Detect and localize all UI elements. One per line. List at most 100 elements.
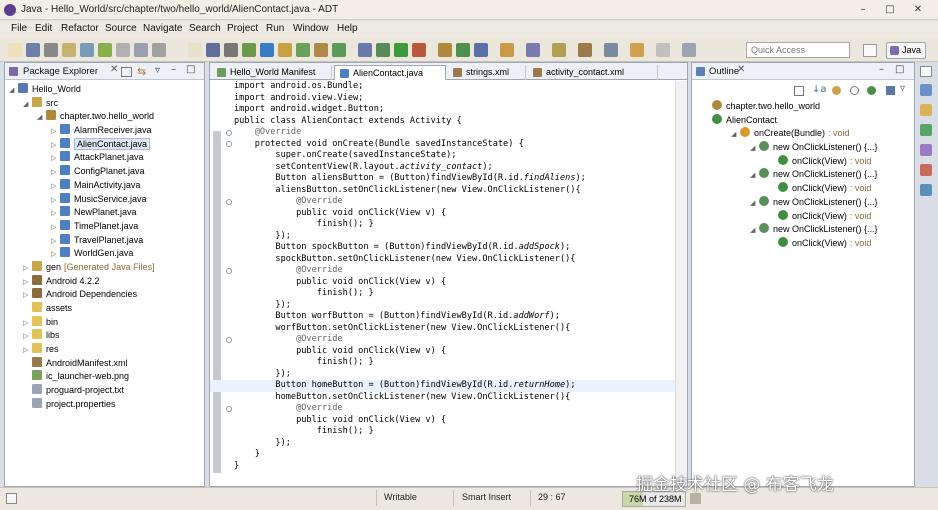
tab-aliencontact-java[interactable]: AlienContact.java <box>334 65 446 80</box>
code-line[interactable]: spockButton.setOnClickListener(new View.… <box>234 254 673 266</box>
outline-row[interactable]: ◢ new OnClickListener() {...} <box>712 141 910 155</box>
expand-toggle-icon[interactable]: ▷ <box>51 248 60 262</box>
code-line[interactable]: homeButton.setOnClickListener(new View.O… <box>234 392 673 404</box>
tree-row[interactable]: ▷ MainActivity.java <box>9 178 202 193</box>
code-line[interactable]: Button worfButton = (Button)findViewById… <box>234 311 673 323</box>
code-line[interactable]: @Override <box>234 265 673 277</box>
code-line[interactable]: }); <box>234 438 673 450</box>
expand-toggle-icon[interactable]: ◢ <box>23 98 32 112</box>
toolbar-print-icon[interactable] <box>44 43 58 57</box>
code-line[interactable]: public void onClick(View v) { <box>234 415 673 427</box>
tree-row[interactable]: ▷ TravelPlanet.java <box>9 233 202 249</box>
tab-hello-world-manifest[interactable]: Hello_World Manifest <box>212 65 332 80</box>
code-line[interactable]: import android.widget.Button; <box>234 104 673 116</box>
menu-window[interactable]: Window <box>293 23 329 34</box>
save-icon[interactable] <box>206 43 220 57</box>
tree-row[interactable]: ic_launcher-web.png <box>9 370 202 384</box>
toolbar-menu-icon[interactable] <box>152 43 166 57</box>
hide-static-icon[interactable] <box>850 86 859 95</box>
toggle-mark-icon[interactable] <box>552 43 566 57</box>
tree-row[interactable]: ▷ AlienContact.java <box>9 137 202 152</box>
view-menu-icon[interactable]: ▿ <box>900 83 905 94</box>
toolbar-properties-icon[interactable] <box>62 43 76 57</box>
code-line[interactable]: worfButton.setOnClickListener(new View.O… <box>234 323 673 335</box>
toolbar-new-wizard-icon[interactable] <box>8 43 22 57</box>
bug-icon[interactable] <box>376 43 390 57</box>
outline-row[interactable]: ◢ new OnClickListener() {...} <box>712 195 910 211</box>
restore-view-icon[interactable] <box>920 66 932 77</box>
tree-row[interactable]: proguard-project.txt <box>9 384 202 398</box>
bookmarks-icon[interactable] <box>920 104 932 116</box>
close-button[interactable]: ✕ <box>911 3 925 16</box>
tree-row[interactable]: ◢ Hello_World <box>9 83 202 97</box>
expand-toggle-icon[interactable]: ◢ <box>9 84 18 98</box>
external-tools-icon[interactable] <box>412 43 426 57</box>
javadoc-icon[interactable] <box>920 144 932 156</box>
declaration-icon[interactable] <box>920 164 932 176</box>
expand-toggle-icon[interactable]: ▷ <box>51 207 60 221</box>
tree-row[interactable]: ▷ NewPlanet.java <box>9 206 202 220</box>
link-with-editor-icon[interactable]: ⇆ <box>137 65 146 78</box>
code-line[interactable]: finish(); } <box>234 288 673 300</box>
tree-row[interactable]: ▷ AttackPlanet.java <box>9 151 202 165</box>
code-line[interactable]: public void onClick(View v) { <box>234 277 673 289</box>
fold-marker-icon[interactable] <box>226 198 232 205</box>
code-line[interactable]: @Override <box>234 403 673 415</box>
menu-source[interactable]: Source <box>105 23 137 34</box>
minimize-view-icon[interactable]: – <box>879 64 884 75</box>
problems-icon[interactable] <box>920 124 932 136</box>
tree-row[interactable]: ▷ TimePlanet.java <box>9 219 202 235</box>
expand-toggle-icon[interactable]: ▷ <box>51 235 60 249</box>
code-line[interactable]: setContentView(R.layout.activity_contact… <box>234 162 673 174</box>
expand-toggle-icon[interactable]: ◢ <box>750 197 759 211</box>
maximize-view-icon[interactable]: □ <box>186 64 195 75</box>
expand-toggle-icon[interactable]: ▷ <box>51 221 60 235</box>
expand-toggle-icon[interactable]: ◢ <box>750 169 759 183</box>
tree-row[interactable]: ▷ WorldGen.java <box>9 247 202 261</box>
menu-navigate[interactable]: Navigate <box>143 23 182 34</box>
expand-toggle-icon[interactable]: ▷ <box>51 194 60 208</box>
run-icon[interactable] <box>394 43 408 57</box>
expand-toggle-icon[interactable]: ◢ <box>750 224 759 238</box>
toolbar-layout-icon[interactable] <box>116 43 130 57</box>
open-type-icon[interactable] <box>474 43 488 57</box>
annotation-icon[interactable] <box>578 43 592 57</box>
maximize-button[interactable]: □ <box>883 3 897 16</box>
tree-row[interactable]: project.properties <box>9 397 202 412</box>
code-area[interactable]: import android.os.Bundle; import android.… <box>210 81 680 472</box>
toolbar-view-icon[interactable] <box>134 43 148 57</box>
outline-row[interactable]: onClick(View): void <box>712 236 910 251</box>
pin-editor-icon[interactable] <box>682 43 696 57</box>
expand-toggle-icon[interactable]: ▷ <box>51 125 60 139</box>
fold-marker-icon[interactable] <box>226 267 232 274</box>
prev-annotation-icon[interactable] <box>604 43 618 57</box>
hide-fields-icon[interactable] <box>832 86 841 95</box>
code-line[interactable]: aliensButton.setOnClickListener(new View… <box>234 185 673 197</box>
code-line[interactable]: import android.view.View; <box>234 93 673 105</box>
new-class-icon[interactable] <box>456 43 470 57</box>
new-xml-icon[interactable] <box>314 43 328 57</box>
minimize-button[interactable]: – <box>856 3 870 16</box>
tab-strings-xml[interactable]: strings.xml <box>448 65 526 80</box>
tree-row[interactable]: AndroidManifest.xml <box>9 356 202 371</box>
tree-row[interactable]: ▷ ConfigPlanet.java <box>9 165 202 179</box>
expand-toggle-icon[interactable]: ▷ <box>23 344 32 358</box>
fold-marker-icon[interactable] <box>226 405 232 412</box>
expand-toggle-icon[interactable]: ◢ <box>731 128 740 142</box>
tree-row[interactable]: ▷ gen [Generated Java Files] <box>9 260 202 275</box>
tree-row[interactable]: ◢ chapter.two.hello_world <box>9 110 202 124</box>
fold-marker-icon[interactable] <box>226 129 232 136</box>
new-icon[interactable] <box>188 43 202 57</box>
code-line[interactable]: Button aliensButton = (Button)findViewBy… <box>234 173 673 185</box>
view-menu-icon[interactable]: ▿ <box>155 65 160 76</box>
console-icon[interactable] <box>920 184 932 196</box>
outline-row[interactable]: onClick(View): void <box>712 209 910 224</box>
code-line[interactable]: @Override <box>234 127 673 139</box>
expand-toggle-icon[interactable]: ▷ <box>23 289 32 303</box>
menu-search[interactable]: Search <box>189 23 221 34</box>
maximize-view-icon[interactable]: □ <box>895 64 904 75</box>
code-line[interactable]: } <box>234 449 673 461</box>
hide-local-types-icon[interactable] <box>886 86 895 95</box>
outline-row[interactable]: onClick(View): void <box>712 182 910 196</box>
search-icon[interactable] <box>358 43 372 57</box>
